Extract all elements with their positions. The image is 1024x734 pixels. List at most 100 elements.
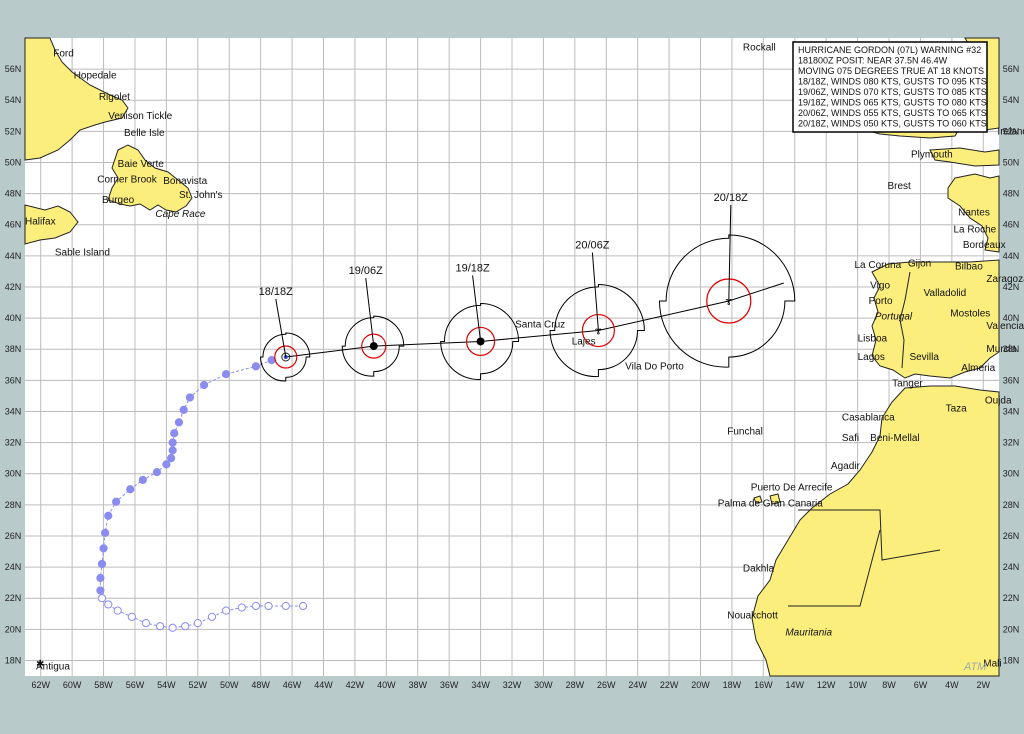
place-label: Halifax bbox=[25, 217, 56, 228]
map-canvas[interactable]: 18/18Z19/06Z 19/18Zɤ20/06Zɤ20/18Z FordHop… bbox=[0, 0, 1024, 729]
latitude-label-left: 48N bbox=[5, 189, 22, 199]
place-label: Safi bbox=[842, 433, 859, 444]
longitude-label: 6W bbox=[914, 680, 928, 690]
latitude-label-left: 36N bbox=[5, 375, 22, 385]
past-track-point bbox=[185, 393, 195, 402]
past-track-point bbox=[221, 606, 231, 615]
watermark: ATM bbox=[963, 661, 987, 673]
latitude-label-right: 38N bbox=[1003, 344, 1020, 354]
place-label: Oujda bbox=[985, 396, 1012, 407]
place-label: Belle Isle bbox=[124, 128, 165, 139]
longitude-label: 48W bbox=[251, 680, 270, 690]
past-track-point bbox=[221, 370, 231, 379]
latitude-label-left: 28N bbox=[5, 500, 22, 510]
place-label: Baie Verte bbox=[118, 159, 165, 170]
latitude-label-right: 48N bbox=[1003, 189, 1020, 199]
place-label: Vigo bbox=[870, 280, 890, 291]
longitude-label: 60W bbox=[63, 680, 82, 690]
place-label: Gijon bbox=[908, 259, 931, 270]
longitude-label: 62W bbox=[31, 680, 50, 690]
latitude-label-right: 52N bbox=[1003, 126, 1020, 136]
place-label: Dakhla bbox=[743, 564, 775, 575]
place-label: Taza bbox=[946, 403, 968, 414]
warning-box: HURRICANE GORDON (07L) WARNING #32181800… bbox=[792, 41, 988, 133]
past-track-point bbox=[104, 511, 113, 520]
place-label: Corner Brook bbox=[97, 175, 157, 186]
latitude-label-left: 38N bbox=[5, 344, 22, 354]
past-track-point bbox=[264, 601, 273, 611]
past-track-point bbox=[141, 618, 151, 628]
warning-line: 18/18Z, WINDS 080 KTS, GUSTS TO 095 KTS bbox=[798, 77, 987, 87]
longitude-label: 42W bbox=[346, 680, 365, 690]
longitude-label: 38W bbox=[408, 680, 427, 690]
latitude-label-right: 42N bbox=[1003, 282, 1020, 292]
past-track-point bbox=[168, 623, 177, 632]
place-label: La Coruna bbox=[854, 260, 901, 271]
place-label: Bordeaux bbox=[963, 240, 1006, 251]
longitude-label: 54W bbox=[157, 680, 176, 690]
forecast-time-label: 19/18Z bbox=[455, 262, 490, 274]
place-label: Nouakchott bbox=[727, 610, 778, 621]
latitude-label-right: 40N bbox=[1003, 313, 1020, 323]
past-track-point bbox=[104, 600, 113, 609]
place-label: Bilbao bbox=[955, 262, 983, 273]
place-label: Brest bbox=[887, 181, 911, 192]
latitude-label-right: 54N bbox=[1003, 95, 1020, 105]
past-track-point bbox=[138, 475, 147, 485]
place-label: Santa Cruz bbox=[515, 319, 565, 330]
warning-line: 19/06Z, WINDS 070 KTS, GUSTS TO 085 KTS bbox=[798, 87, 987, 97]
longitude-label: 56W bbox=[126, 680, 145, 690]
place-label: Sevilla bbox=[909, 352, 939, 363]
latitude-label-left: 34N bbox=[5, 406, 22, 416]
latitude-label-right: 26N bbox=[1003, 531, 1020, 541]
longitude-label: 10W bbox=[848, 680, 867, 690]
forecast-time-label: 20/06Z bbox=[575, 240, 610, 252]
past-track-point bbox=[281, 601, 290, 611]
place-label: Venison Tickle bbox=[108, 111, 172, 122]
latitude-label-left: 46N bbox=[5, 220, 22, 230]
latitude-label-left: 30N bbox=[5, 469, 22, 479]
latitude-label-right: 18N bbox=[1003, 655, 1020, 665]
latitude-label-right: 24N bbox=[1003, 562, 1020, 572]
place-label: Hopedale bbox=[74, 70, 117, 81]
latitude-label-left: 40N bbox=[5, 313, 22, 323]
latitude-label-left: 18N bbox=[5, 655, 22, 665]
place-label: Nantes bbox=[958, 207, 990, 218]
longitude-label: 44W bbox=[314, 680, 333, 690]
longitude-label: 34W bbox=[471, 680, 490, 690]
past-track-point bbox=[97, 559, 107, 569]
past-track-point bbox=[97, 594, 107, 603]
past-track-point bbox=[96, 586, 105, 595]
latitude-label-left: 44N bbox=[5, 251, 22, 261]
longitude-label: 18W bbox=[723, 680, 742, 690]
place-label: Rockall bbox=[743, 42, 776, 53]
longitude-label: 40W bbox=[377, 680, 396, 690]
antigua-marker: ✱ bbox=[36, 659, 44, 670]
past-track-point bbox=[112, 497, 121, 506]
past-track-point bbox=[168, 446, 177, 455]
warning-line: 19/18Z, WINDS 065 KTS, GUSTS TO 080 KTS bbox=[798, 98, 987, 108]
longitude-label: 32W bbox=[503, 680, 522, 690]
past-track-point bbox=[156, 622, 165, 631]
place-label: Almeria bbox=[961, 363, 995, 374]
place-label: Porto bbox=[869, 296, 893, 307]
past-track-point bbox=[174, 418, 184, 427]
longitude-label: 50W bbox=[220, 680, 239, 690]
longitude-label: 30W bbox=[534, 680, 553, 690]
warning-line: 20/06Z, WINDS 055 KTS, GUSTS TO 065 KTS bbox=[798, 108, 987, 118]
past-track-point bbox=[167, 454, 176, 463]
place-label: Mostoles bbox=[950, 308, 990, 319]
place-label: Lagos bbox=[858, 352, 885, 363]
place-label: Funchal bbox=[727, 427, 763, 438]
past-track-point bbox=[298, 601, 308, 611]
warning-line: HURRICANE GORDON (07L) WARNING #32 bbox=[798, 45, 981, 55]
past-track-point bbox=[168, 438, 177, 447]
place-label: Beni-Mellal bbox=[870, 433, 919, 444]
longitude-label: 36W bbox=[440, 680, 459, 690]
place-label: Rigolet bbox=[99, 92, 130, 103]
tropical-cyclone-warning-map: 18/18Z 19/06Z 19/18Z ɤ 20/06Z ɤ 20/18Z Ford Hop… bbox=[0, 0, 1024, 729]
place-label: Ford bbox=[53, 49, 74, 60]
latitude-label-right: 46N bbox=[1003, 220, 1020, 230]
latitude-label-left: 32N bbox=[5, 438, 22, 448]
latitude-label-left: 52N bbox=[5, 126, 22, 136]
